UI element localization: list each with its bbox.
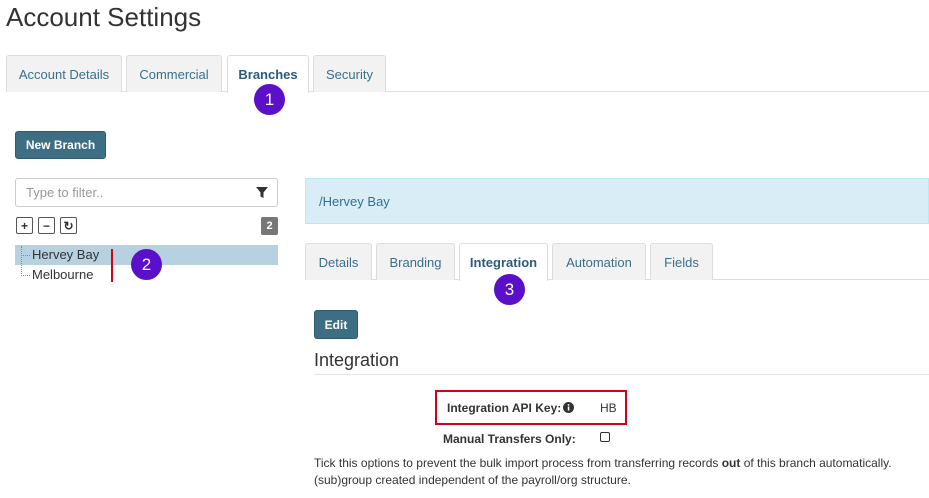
api-key-label-text: Integration API Key: bbox=[447, 401, 562, 415]
tab-label: Branding bbox=[389, 254, 442, 270]
manual-transfers-checkbox[interactable] bbox=[600, 432, 610, 442]
tab-label: Integration bbox=[469, 255, 538, 270]
help-text-end: of this branch automatically. bbox=[740, 456, 892, 470]
plus-icon: + bbox=[20, 218, 28, 233]
manual-transfers-label-text: Manual Transfers Only: bbox=[443, 432, 576, 446]
tab-label: Security bbox=[326, 66, 373, 82]
tab-label: Automation bbox=[566, 254, 632, 270]
tree-item-hervey-bay[interactable]: Hervey Bay bbox=[32, 247, 99, 262]
tab-account-details[interactable]: Account Details bbox=[6, 55, 122, 92]
api-key-value-text: HB bbox=[600, 401, 617, 415]
section-title: Integration bbox=[314, 350, 400, 370]
button-label: New Branch bbox=[25, 138, 96, 152]
sub-tab-bar: Details Branding Integration Automation … bbox=[305, 243, 929, 281]
help-text-bold: out bbox=[721, 456, 741, 470]
branch-count-badge: 2 bbox=[261, 217, 278, 235]
refresh-icon: ↻ bbox=[63, 218, 74, 233]
tree-connector bbox=[21, 275, 30, 276]
tree-item-melbourne[interactable]: Melbourne bbox=[32, 267, 93, 282]
minus-icon: − bbox=[42, 218, 50, 233]
callout-line bbox=[111, 249, 113, 282]
tab-fields[interactable]: Fields bbox=[650, 243, 713, 280]
collapse-all-button[interactable]: − bbox=[38, 217, 55, 234]
annotation-badge-1: 1 bbox=[254, 84, 285, 115]
count-value: 2 bbox=[266, 220, 273, 232]
info-icon[interactable] bbox=[563, 402, 574, 413]
badge-number: 1 bbox=[264, 89, 275, 109]
tab-label: Account Details bbox=[18, 66, 110, 82]
help-text-start: Tick this options to prevent the bulk im… bbox=[314, 456, 722, 470]
badge-number: 3 bbox=[504, 279, 515, 299]
tree-item-label: Hervey Bay bbox=[32, 247, 100, 262]
filter-placeholder: Type to filter.. bbox=[26, 185, 104, 200]
annotation-badge-3: 3 bbox=[494, 274, 525, 305]
refresh-button[interactable]: ↻ bbox=[60, 217, 77, 234]
tab-automation[interactable]: Automation bbox=[552, 243, 646, 280]
tab-label: Fields bbox=[664, 254, 699, 270]
top-tab-bar: Account Details Commercial Branches Secu… bbox=[6, 55, 929, 93]
breadcrumb-path: /Hervey Bay bbox=[319, 193, 390, 209]
tree-connector bbox=[21, 246, 22, 276]
tab-branding[interactable]: Branding bbox=[376, 243, 455, 280]
button-label: Edit bbox=[324, 317, 348, 332]
tab-commercial[interactable]: Commercial bbox=[126, 55, 222, 92]
help-text-line-2: (sub)group created independent of the pa… bbox=[314, 472, 631, 489]
filter-input[interactable]: Type to filter.. bbox=[15, 178, 278, 207]
badge-number: 2 bbox=[141, 254, 152, 274]
tab-label: Commercial bbox=[139, 66, 209, 82]
annotation-badge-2: 2 bbox=[131, 249, 162, 280]
help-text: Tick this options to prevent the bulk im… bbox=[314, 455, 929, 472]
filter-icon bbox=[256, 187, 268, 198]
help-text-line-2-text: (sub)group created independent of the pa… bbox=[314, 473, 631, 487]
expand-all-button[interactable]: + bbox=[16, 217, 33, 234]
edit-button[interactable]: Edit bbox=[314, 310, 358, 339]
new-branch-button[interactable]: New Branch bbox=[15, 131, 106, 159]
tab-label: Branches bbox=[238, 67, 298, 82]
tab-label: Details bbox=[318, 254, 359, 270]
manual-transfers-label: Manual Transfers Only: bbox=[443, 432, 576, 446]
api-key-value: HB bbox=[600, 401, 617, 415]
tab-security[interactable]: Security bbox=[313, 55, 386, 92]
tree-connector bbox=[21, 255, 30, 256]
tab-details[interactable]: Details bbox=[305, 243, 372, 280]
section-divider bbox=[314, 374, 929, 375]
tree-item-label: Melbourne bbox=[32, 267, 94, 282]
page-title: Account Settings bbox=[6, 2, 202, 32]
breadcrumb: /Hervey Bay bbox=[305, 178, 929, 224]
api-key-label: Integration API Key: bbox=[447, 401, 561, 415]
